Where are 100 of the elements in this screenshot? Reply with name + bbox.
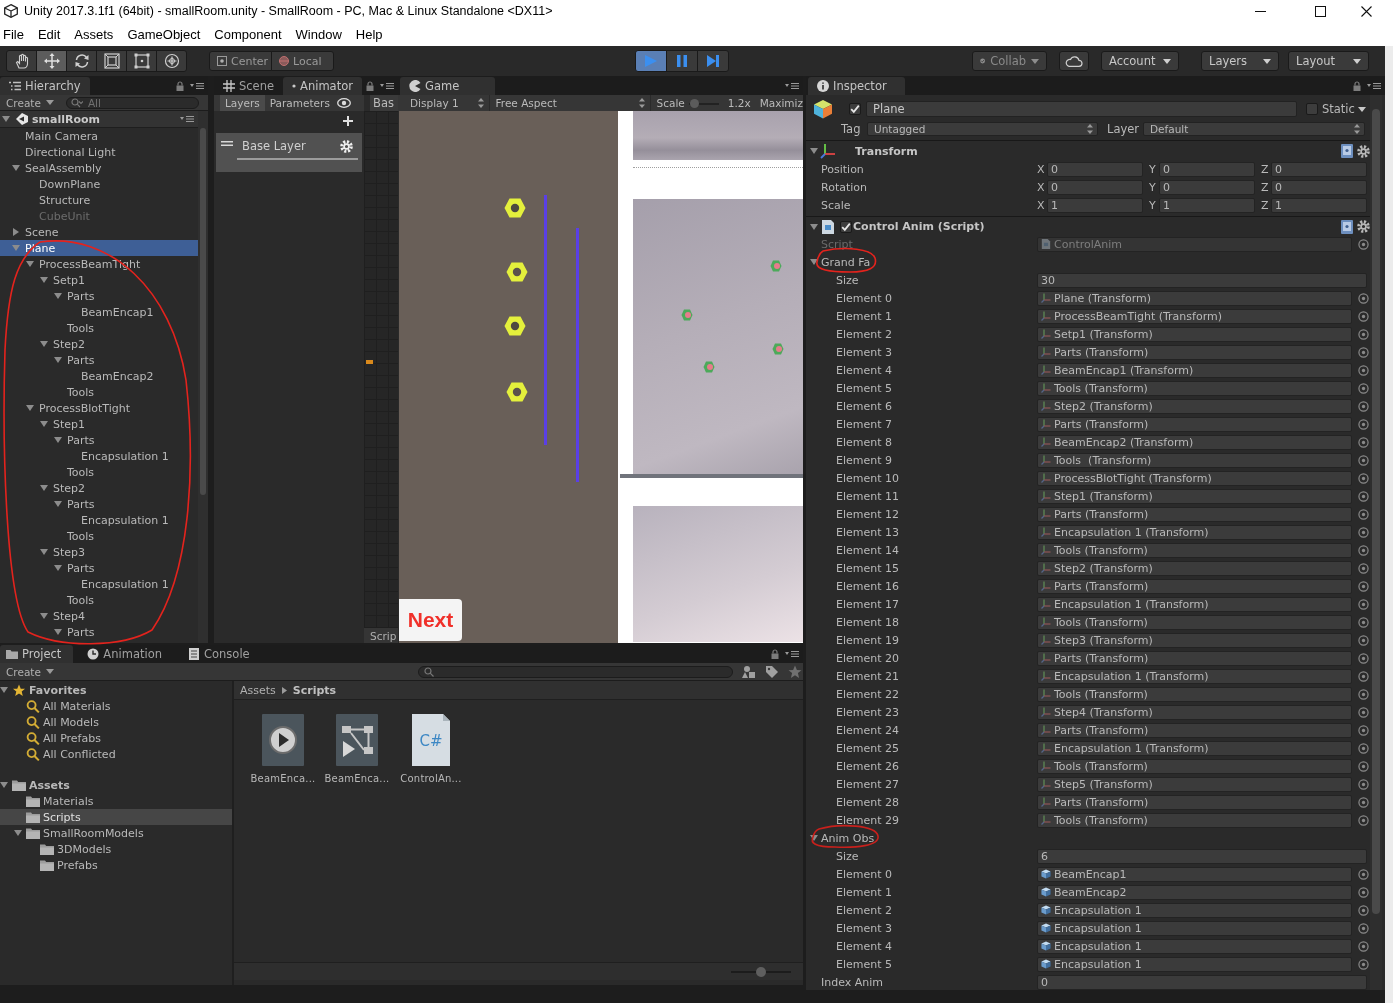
- target-icon[interactable]: [1358, 346, 1369, 358]
- step-button[interactable]: [697, 50, 729, 72]
- caret-icon[interactable]: [40, 276, 48, 284]
- tree-item[interactable]: Step2: [0, 336, 198, 352]
- tree-item[interactable]: Tools: [0, 592, 198, 608]
- tree-item[interactable]: Favorites: [0, 682, 232, 698]
- target-icon[interactable]: [1358, 814, 1369, 826]
- scrollbar-thumb[interactable]: [200, 128, 206, 495]
- shapes-icon[interactable]: [741, 664, 756, 679]
- object-field[interactable]: Tools (Transform): [1037, 614, 1352, 630]
- caret-icon[interactable]: [54, 292, 62, 300]
- breadcrumb-button[interactable]: Bas: [370, 95, 398, 111]
- eye-icon[interactable]: [336, 98, 351, 108]
- gear-icon[interactable]: [1357, 144, 1370, 158]
- caret-icon[interactable]: [0, 781, 8, 789]
- foldout-toggle[interactable]: Anim Obs: [806, 831, 875, 845]
- caret-icon[interactable]: [40, 484, 48, 492]
- number-field[interactable]: 1: [1159, 197, 1255, 213]
- object-field[interactable]: Encapsulation 1: [1037, 938, 1352, 954]
- maximize-icon[interactable]: [1315, 5, 1326, 17]
- menu-item[interactable]: Edit: [37, 26, 61, 42]
- plus-icon[interactable]: [343, 116, 353, 126]
- object-field[interactable]: Parts (Transform): [1037, 578, 1352, 594]
- target-icon[interactable]: [1358, 238, 1369, 250]
- object-field[interactable]: Parts (Transform): [1037, 506, 1352, 522]
- scrollbar-thumb[interactable]: [1372, 109, 1380, 914]
- target-icon[interactable]: [1358, 400, 1369, 412]
- checkbox[interactable]: [840, 220, 852, 233]
- tree-item[interactable]: Tools: [0, 528, 198, 544]
- tag-icon[interactable]: [764, 664, 779, 679]
- target-icon[interactable]: [1358, 886, 1369, 898]
- caret-icon[interactable]: [14, 829, 22, 837]
- layer-dropdown[interactable]: Default: [1143, 122, 1365, 136]
- tree-item[interactable]: All Conflicted: [0, 746, 232, 762]
- tree-item[interactable]: Setp1: [0, 272, 198, 288]
- breadcrumb-link[interactable]: Assets: [240, 683, 276, 697]
- lock-icon[interactable]: [1353, 81, 1361, 91]
- play-button[interactable]: [635, 50, 667, 72]
- tree-item[interactable]: Structure: [0, 192, 198, 208]
- target-icon[interactable]: [1358, 616, 1369, 628]
- target-icon[interactable]: [1358, 328, 1369, 340]
- caret-icon[interactable]: [40, 340, 48, 348]
- tree-item[interactable]: Parts: [0, 624, 198, 640]
- object-field[interactable]: Parts (Transform): [1037, 650, 1352, 666]
- menu-item[interactable]: GameObject: [127, 26, 201, 42]
- menu-icon[interactable]: [1367, 82, 1381, 90]
- object-field[interactable]: Tools (Transform): [1037, 542, 1352, 558]
- gear-icon[interactable]: [1357, 220, 1370, 233]
- target-icon[interactable]: [1358, 562, 1369, 574]
- object-field[interactable]: ProcessBlotTight (Transform): [1037, 470, 1352, 486]
- target-icon[interactable]: [1358, 922, 1369, 934]
- object-field[interactable]: Encapsulation 1 (Transform): [1037, 524, 1352, 540]
- lock-icon[interactable]: [176, 81, 184, 91]
- search-field[interactable]: All: [65, 96, 199, 109]
- object-field[interactable]: Step1 (Transform): [1037, 488, 1352, 504]
- tree-item[interactable]: smallRoom: [0, 111, 198, 128]
- number-field[interactable]: 1: [1047, 197, 1143, 213]
- menu-icon[interactable]: [380, 82, 394, 90]
- caret-icon[interactable]: [40, 548, 48, 556]
- layout-dropdown[interactable]: Layout: [1288, 51, 1369, 71]
- tab[interactable]: Hierarchy: [0, 77, 90, 95]
- object-field[interactable]: Plane (Transform): [1037, 290, 1352, 306]
- object-field[interactable]: Tools (Transform): [1037, 758, 1352, 774]
- target-icon[interactable]: [1358, 598, 1369, 610]
- tree-item[interactable]: Directional Light: [0, 144, 198, 160]
- lock-icon[interactable]: [771, 649, 779, 659]
- number-field[interactable]: 0: [1159, 179, 1255, 195]
- object-field[interactable]: Setp1 (Transform): [1037, 326, 1352, 342]
- tab[interactable]: Console: [182, 645, 262, 663]
- tool-button[interactable]: [156, 50, 187, 72]
- pause-button[interactable]: [666, 50, 698, 72]
- tree-item[interactable]: DownPlane: [0, 176, 198, 192]
- target-icon[interactable]: [1358, 292, 1369, 304]
- tree-item[interactable]: Tools: [0, 464, 198, 480]
- caret-icon[interactable]: [810, 258, 818, 266]
- cloud-button[interactable]: [1059, 51, 1089, 71]
- account-dropdown[interactable]: Account: [1101, 51, 1179, 71]
- tree-item[interactable]: Encapsulation 1: [0, 448, 198, 464]
- target-icon[interactable]: [1358, 796, 1369, 808]
- menu-icon[interactable]: [785, 650, 799, 658]
- menu-icon[interactable]: [785, 82, 799, 90]
- tag-dropdown[interactable]: Untagged: [867, 122, 1098, 136]
- tree-item[interactable]: Main Camera: [0, 128, 198, 144]
- tab[interactable]: Project: [0, 645, 74, 663]
- number-field[interactable]: 6: [1037, 848, 1367, 864]
- target-icon[interactable]: [1358, 652, 1369, 664]
- object-field[interactable]: Tools (Transform): [1037, 686, 1352, 702]
- create-dropdown[interactable]: Create: [0, 665, 54, 678]
- caret-icon[interactable]: [40, 420, 48, 428]
- slider-track[interactable]: [731, 966, 791, 977]
- tree-item[interactable]: 3DModels: [0, 841, 232, 857]
- tab[interactable]: Inspector: [808, 77, 905, 95]
- object-field[interactable]: Encapsulation 1 (Transform): [1037, 740, 1352, 756]
- caret-icon[interactable]: [54, 628, 62, 636]
- target-icon[interactable]: [1358, 580, 1369, 592]
- target-icon[interactable]: [1358, 940, 1369, 952]
- tree-item[interactable]: Assets: [0, 777, 232, 793]
- maximize-toggle[interactable]: Maximiz: [759, 97, 803, 109]
- caret-icon[interactable]: [40, 612, 48, 620]
- asset-tile[interactable]: BeamEnca...: [320, 714, 394, 784]
